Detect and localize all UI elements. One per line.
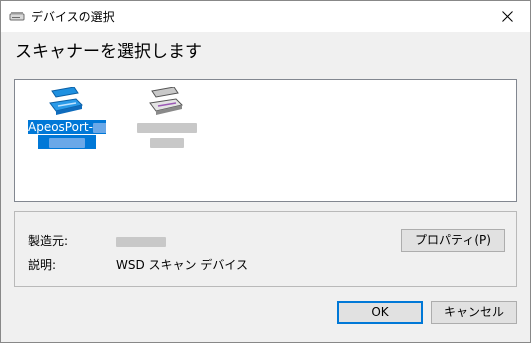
ok-button[interactable]: OK bbox=[337, 301, 423, 324]
device-name: ApeosPort- bbox=[28, 120, 93, 134]
window-title: デバイスの選択 bbox=[31, 10, 115, 24]
cancel-button[interactable]: キャンセル bbox=[431, 301, 517, 324]
title-bar: デバイスの選択 bbox=[1, 1, 530, 32]
description-label: 説明: bbox=[28, 258, 57, 272]
description-value: WSD スキャン デバイス bbox=[116, 258, 248, 272]
device-label bbox=[128, 120, 206, 150]
device-info-panel: 製造元: 説明: WSD スキャン デバイス プロパティ(P) bbox=[14, 211, 517, 287]
properties-button[interactable]: プロパティ(P) bbox=[401, 229, 505, 252]
scanner-icon bbox=[148, 86, 184, 117]
device-label: ApeosPort- bbox=[28, 120, 106, 150]
device-item[interactable] bbox=[128, 86, 206, 161]
manufacturer-value bbox=[116, 233, 166, 249]
close-icon bbox=[502, 11, 513, 22]
scanner-icon bbox=[9, 10, 25, 22]
close-button[interactable] bbox=[485, 1, 530, 32]
dialog-window: デバイスの選択 スキャナーを選択します ApeosPort- 製造元: 説明: … bbox=[0, 0, 531, 343]
manufacturer-label: 製造元: bbox=[28, 234, 69, 248]
device-list[interactable]: ApeosPort- bbox=[14, 79, 517, 202]
scanner-icon bbox=[48, 86, 84, 117]
page-heading: スキャナーを選択します bbox=[15, 42, 202, 62]
device-item[interactable]: ApeosPort- bbox=[28, 86, 106, 161]
